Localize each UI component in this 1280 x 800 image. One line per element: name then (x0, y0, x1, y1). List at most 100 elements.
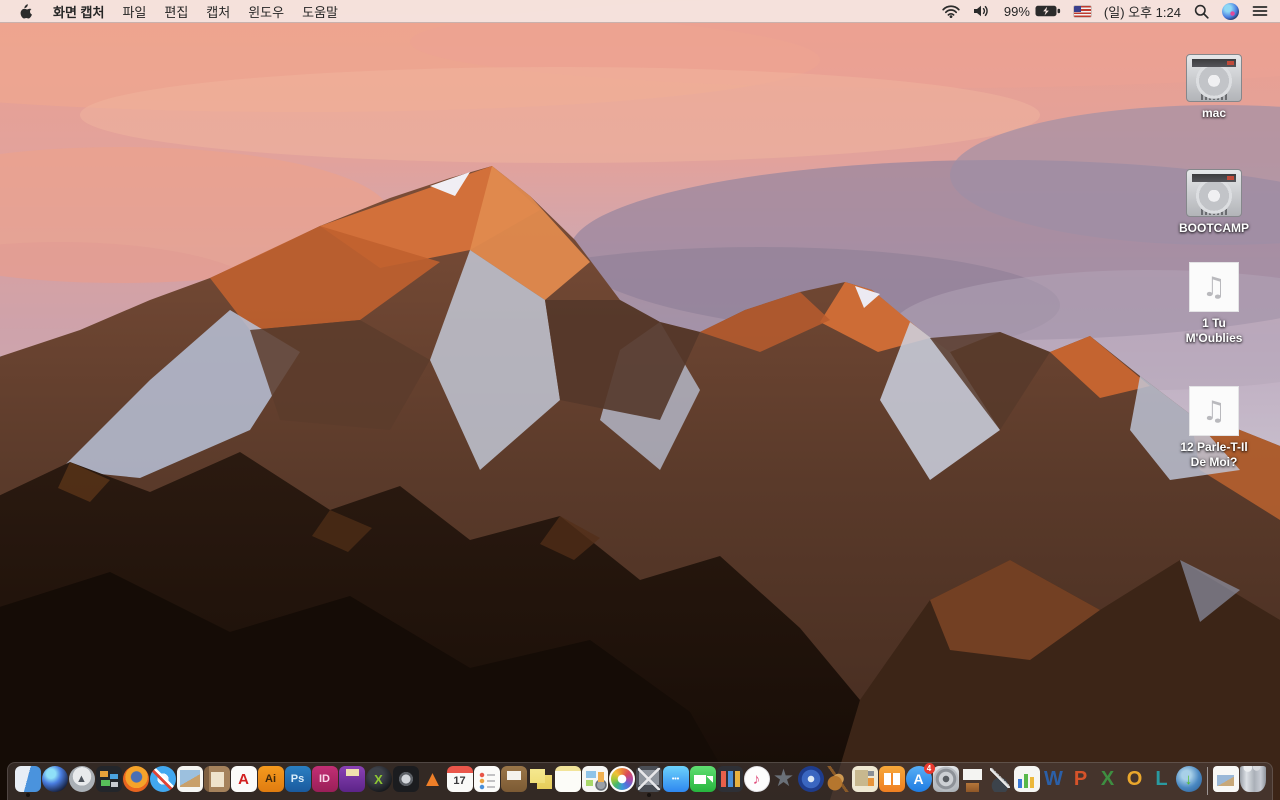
dock-doc-settings-app[interactable] (581, 763, 608, 799)
dock-keynote[interactable] (959, 763, 986, 799)
stamps-app-icon (851, 766, 878, 792)
green-x-app-icon: X (365, 766, 392, 792)
dock-imovie[interactable]: ★ (771, 763, 797, 799)
adobe-reader-icon: A (230, 766, 257, 792)
dock-ibooks[interactable] (878, 763, 905, 799)
dock-messages[interactable]: ••• (662, 763, 689, 799)
dock-disk-fan-utility[interactable] (392, 763, 419, 799)
stickies-icon (527, 766, 554, 792)
dock-pages[interactable] (986, 763, 1013, 799)
siri-icon (1222, 2, 1239, 20)
dock-garageband[interactable] (824, 763, 851, 799)
dock-facetime[interactable] (689, 763, 716, 799)
dock-contacts[interactable] (203, 763, 230, 799)
powerpoint-icon: P (1073, 768, 1088, 790)
music-note-icon: ♫ (1201, 395, 1227, 427)
dock-photo-booth[interactable] (716, 763, 743, 799)
dock-safari[interactable] (149, 763, 176, 799)
doc-settings-app-icon (581, 766, 608, 792)
dock-excel[interactable]: X (1095, 763, 1121, 799)
dock-adobe-reader[interactable]: A (230, 763, 257, 799)
dock-system-preferences[interactable] (932, 763, 959, 799)
idvd-icon (797, 766, 824, 792)
apple-menu[interactable] (10, 0, 44, 22)
photos-icon (608, 766, 635, 792)
itunes-icon: ♪ (743, 766, 770, 792)
dock-screen-capture[interactable] (635, 763, 662, 799)
dock-idvd[interactable] (797, 763, 824, 799)
document-file-icon (1212, 766, 1239, 792)
dock-indesign[interactable]: ID (311, 763, 338, 799)
notification-center-menu[interactable] (1252, 0, 1268, 22)
dock-mission-control[interactable] (95, 763, 122, 799)
dock-mailbox-app[interactable] (500, 763, 527, 799)
dock-toast[interactable] (338, 763, 365, 799)
dock-calendar[interactable]: 17 (446, 763, 473, 799)
siri-icon (41, 766, 68, 792)
dock-app-store[interactable]: A4 (905, 763, 935, 799)
dock-trash[interactable] (1239, 763, 1266, 799)
dock-reminders[interactable] (473, 763, 500, 799)
screen-capture-icon (635, 766, 662, 792)
dock-separator (1206, 767, 1208, 795)
dock-photos[interactable] (608, 763, 635, 799)
dock-stamps-app[interactable] (851, 763, 878, 799)
apple-icon (20, 4, 32, 19)
dock-launchpad[interactable]: ▲ (68, 763, 95, 799)
dock-siri[interactable] (41, 763, 68, 799)
dock-green-x-app[interactable]: X (365, 763, 392, 799)
facetime-icon (689, 766, 716, 792)
input-source-menu[interactable] (1073, 0, 1091, 22)
desktop-icon-label: 1 Tu M'Oublies (1185, 316, 1243, 345)
menu-item-2[interactable]: 편집 (155, 0, 197, 22)
drive-mac[interactable]: mac (1174, 54, 1254, 121)
dock-firefox[interactable] (122, 763, 149, 799)
dock-vlc[interactable]: ▲ (420, 763, 446, 799)
finder-icon (14, 766, 41, 792)
dock: ▲ A Ai Ps ID X ▲ 17 ••• ♪ ★ A 4 W P X O L ↓ (7, 762, 1273, 800)
excel-icon: X (1100, 768, 1115, 790)
drive-bootcamp[interactable]: BOOTCAMP (1174, 169, 1254, 236)
dock-document-file[interactable] (1212, 763, 1239, 799)
audio-file-icon: ♫ (1189, 386, 1239, 436)
volume-menu[interactable] (973, 0, 991, 22)
dock-notes[interactable] (554, 763, 581, 799)
dock-word[interactable]: W (1041, 763, 1067, 799)
menu-bar-clock[interactable]: (일) 오후 1:24 (1104, 2, 1181, 21)
dock-itunes[interactable]: ♪ (743, 763, 770, 799)
menu-item-1[interactable]: 파일 (113, 0, 155, 22)
word-icon: W (1044, 768, 1063, 790)
music-note-icon: ♫ (1201, 271, 1227, 303)
dock-web-downloader[interactable]: ↓ (1175, 763, 1202, 799)
dock-powerpoint[interactable]: P (1068, 763, 1094, 799)
dock-lync[interactable]: L (1149, 763, 1175, 799)
safari-icon (149, 766, 176, 792)
photo-booth-icon (716, 766, 743, 792)
dock-illustrator[interactable]: Ai (257, 763, 284, 799)
audio-file-2[interactable]: ♫ 12 Parle-T-Il De Moi? (1174, 386, 1254, 470)
desktop[interactable]: 화면 캡처 파일 편집 캡처 윈도우 도움말 99% (일) 오후 1:24 m… (0, 0, 1280, 800)
dock-finder[interactable] (14, 763, 41, 799)
hard-drive-icon (1186, 54, 1242, 102)
wifi-menu[interactable] (942, 0, 960, 22)
dock-stickies[interactable] (527, 763, 554, 799)
mission-control-icon (95, 766, 122, 792)
menu-item-5[interactable]: 도움말 (293, 0, 347, 22)
menu-app-name[interactable]: 화면 캡처 (44, 0, 113, 22)
spotlight-menu[interactable] (1194, 0, 1209, 22)
us-flag-icon (1073, 5, 1091, 17)
dock-photoshop[interactable]: Ps (284, 763, 311, 799)
menu-bar: 화면 캡처 파일 편집 캡처 윈도우 도움말 99% (일) 오후 1:24 (0, 0, 1280, 23)
illustrator-icon: Ai (257, 766, 284, 792)
menu-item-4[interactable]: 윈도우 (239, 0, 293, 22)
running-indicator (646, 793, 651, 797)
menu-item-3[interactable]: 캡처 (197, 0, 239, 22)
siri-menu[interactable] (1222, 0, 1239, 22)
hard-drive-icon (1186, 169, 1242, 217)
audio-file-1[interactable]: ♫ 1 Tu M'Oublies (1174, 262, 1254, 346)
dock-numbers[interactable] (1013, 763, 1040, 799)
dock-preview[interactable] (176, 763, 203, 799)
web-downloader-icon: ↓ (1175, 766, 1202, 792)
dock-outlook[interactable]: O (1122, 763, 1148, 799)
battery-menu[interactable]: 99% (1004, 0, 1061, 22)
